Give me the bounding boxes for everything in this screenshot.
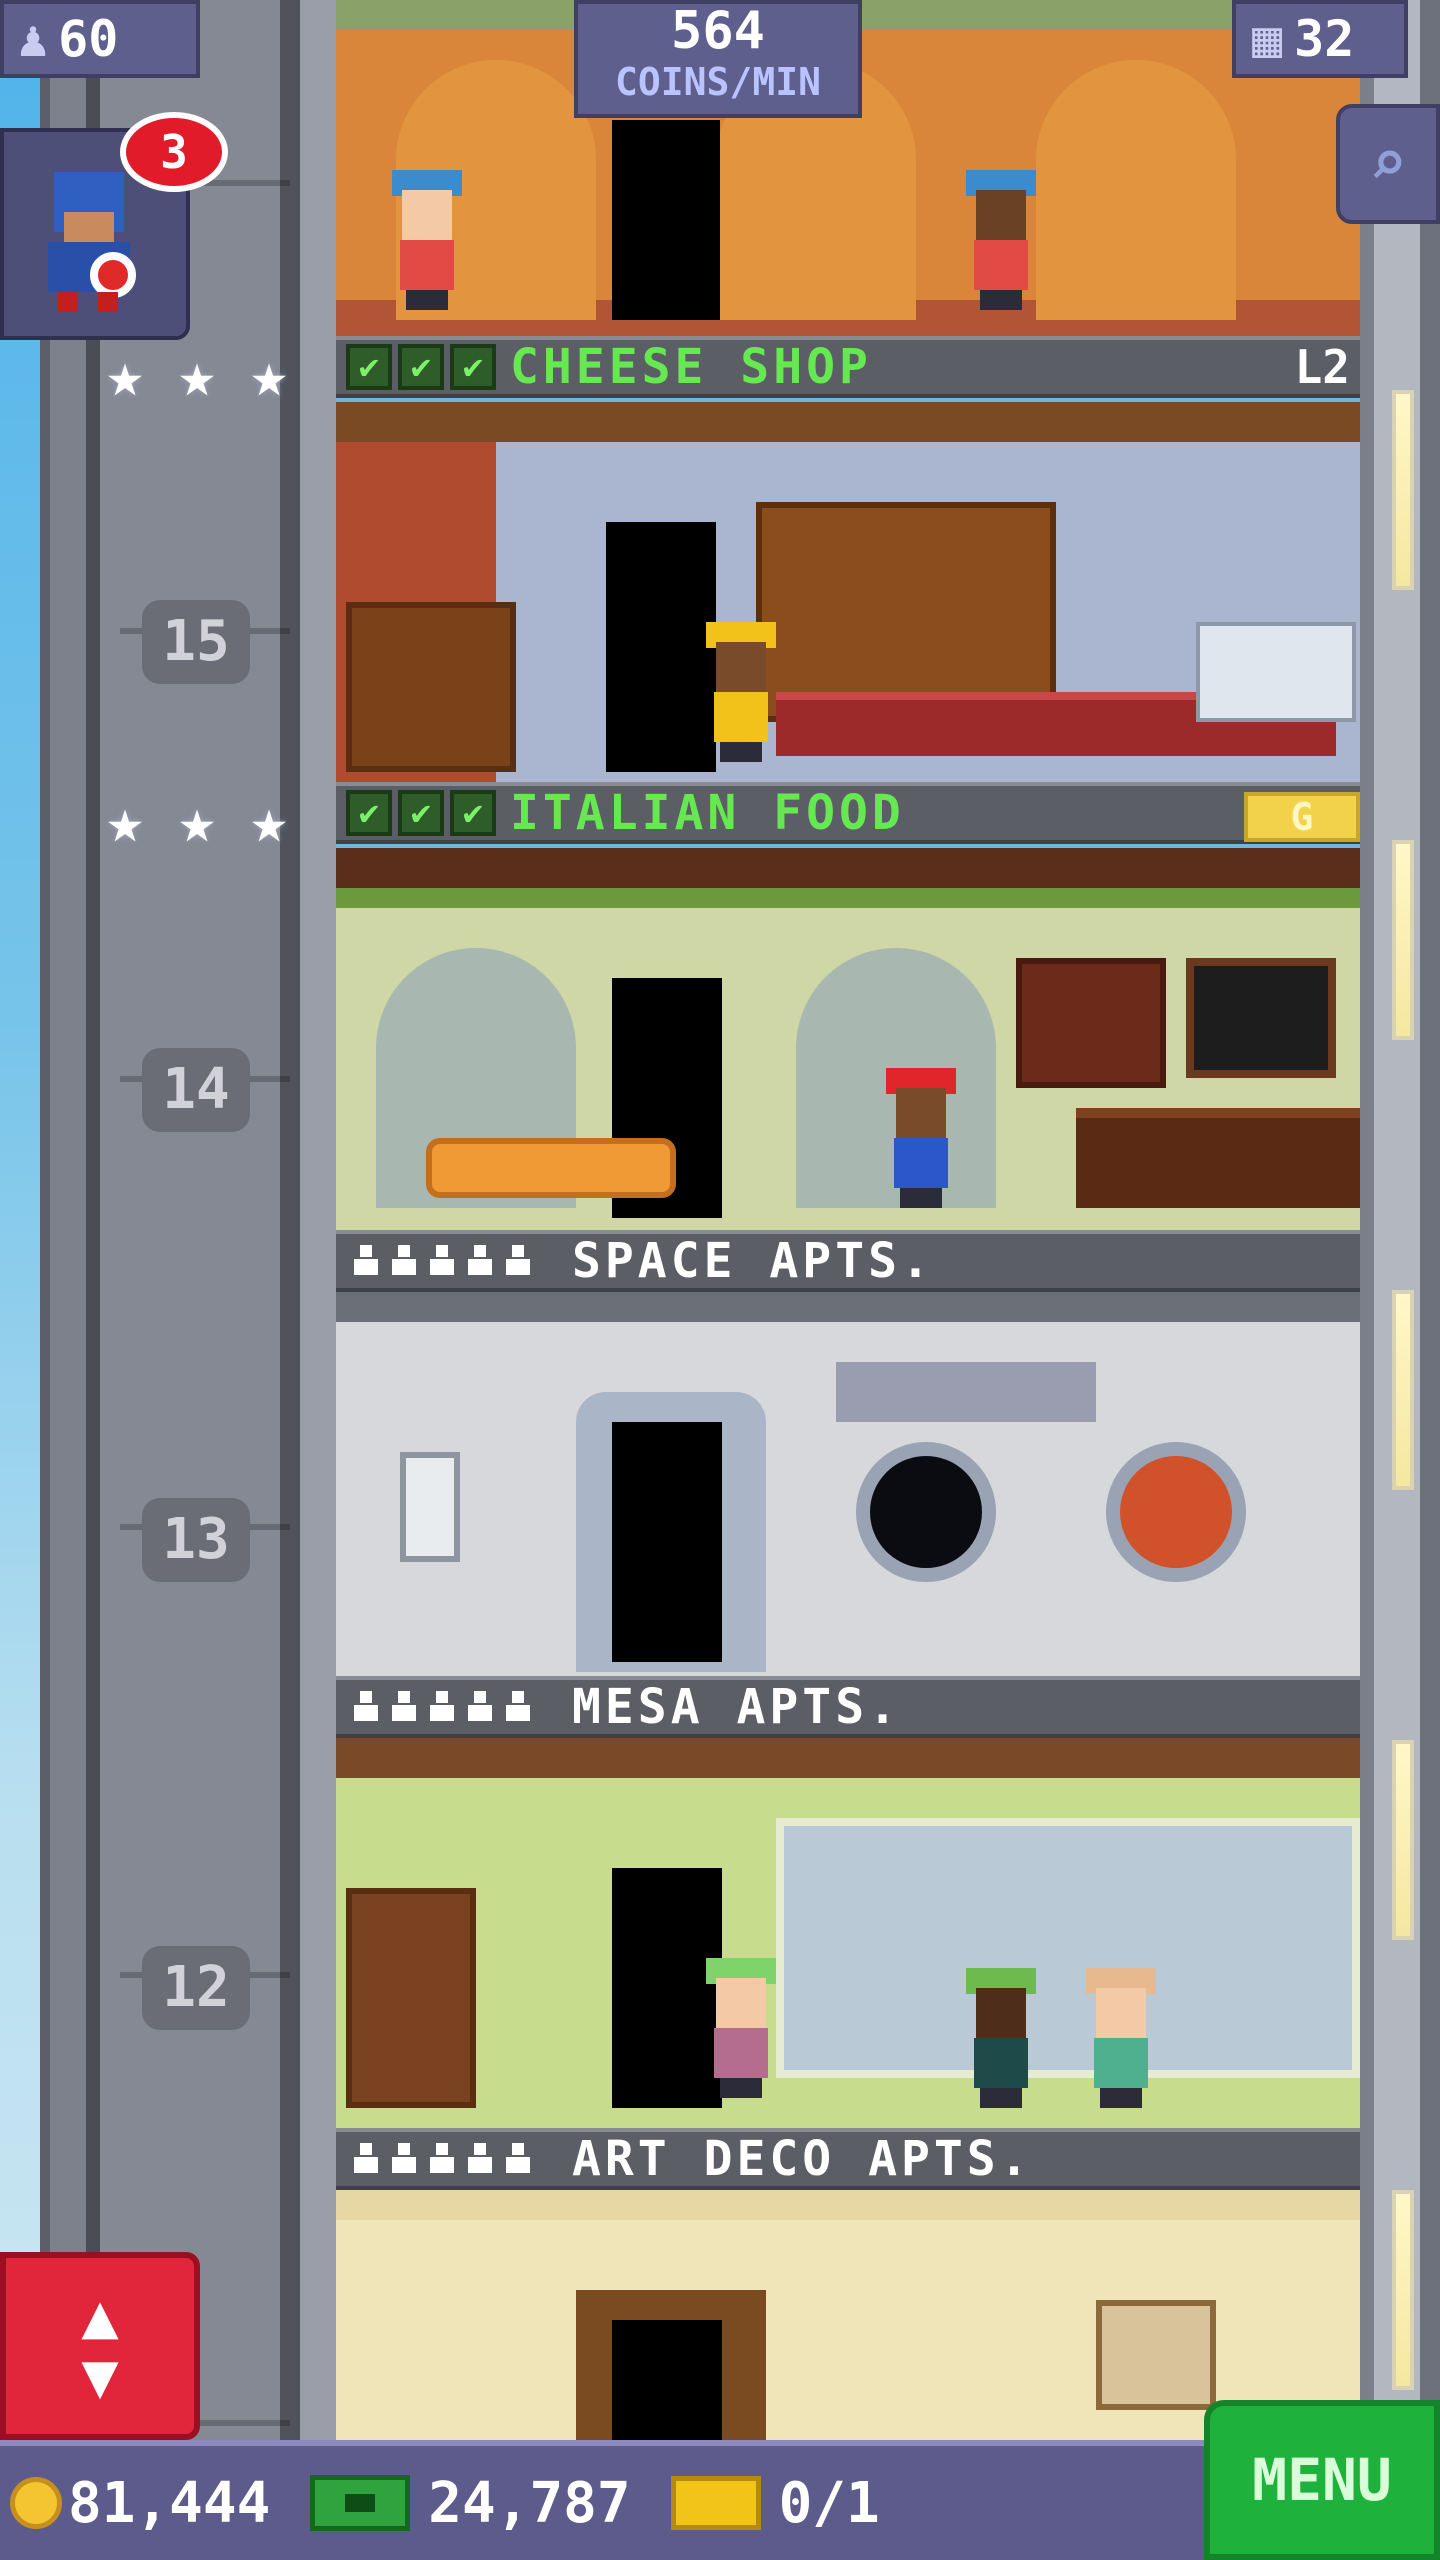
magnifier-icon: ⌕ (1368, 127, 1408, 201)
search-button[interactable]: ⌕ (1336, 104, 1440, 224)
resident-slots (352, 1245, 532, 1277)
resident-icon (390, 2143, 418, 2175)
stock-checks: ✔ ✔ ✔ (346, 790, 496, 836)
star-icon: ★ (106, 784, 144, 857)
rating-stars: ★ ★ ★ (94, 344, 300, 406)
floor-header-cheese-shop[interactable]: ✔ ✔ ✔ CHEESE SHOP L2 (336, 336, 1360, 398)
floor-15-cheese-shop[interactable] (336, 402, 1360, 782)
resident[interactable] (706, 1948, 776, 2098)
floor-13-space-apts[interactable] (336, 1292, 1360, 1676)
bux-icon (310, 2475, 411, 2531)
floor-count-value: 32 (1294, 10, 1355, 68)
bux-display[interactable]: 24,787 (270, 2470, 631, 2536)
check-icon: ✔ (450, 790, 496, 836)
down-arrow-icon: ▼ (81, 2339, 119, 2412)
resident-icon (504, 1691, 532, 1723)
chef[interactable] (886, 1058, 956, 1208)
floor-counter[interactable]: ▦ 32 (1232, 0, 1408, 78)
resident-icon (504, 2143, 532, 2175)
check-icon: ✔ (346, 790, 392, 836)
up-arrow-icon: ▲ (81, 2279, 119, 2352)
apartment-door (612, 2320, 722, 2440)
apartment-name: MESA APTS. (572, 1679, 901, 1735)
resident-icon (428, 1245, 456, 1277)
right-stairwell (1360, 0, 1440, 2440)
wall-light (1392, 1290, 1414, 1490)
resident-icon (352, 2143, 380, 2175)
wall-light (1392, 840, 1414, 1040)
population-counter[interactable]: ♟ 60 (0, 0, 200, 78)
check-icon: ✔ (398, 344, 444, 390)
floor-number: 13 (142, 1498, 250, 1582)
floor-header-italian-food[interactable]: ✔ ✔ ✔ ITALIAN FOOD G (336, 782, 1360, 844)
business-name: CHEESE SHOP (510, 339, 872, 395)
resident-slots (352, 1691, 532, 1723)
wall-light (1392, 390, 1414, 590)
star-icon: ★ (250, 338, 288, 411)
floor-12-mesa-apts[interactable] (336, 1738, 1360, 2128)
wall-light (1392, 2190, 1414, 2390)
tickets-display[interactable]: 0/1 (631, 2471, 880, 2536)
coins-per-minute: 564 COINS/MIN (574, 0, 862, 118)
building-icon: ▦ (1252, 10, 1283, 68)
coins-per-min-value: 564 (671, 1, 765, 61)
bux-value: 24,787 (428, 2470, 631, 2536)
star-icon: ★ (106, 338, 144, 411)
customer[interactable] (966, 160, 1036, 310)
elevator-button[interactable]: ▲ ▼ (0, 2252, 200, 2440)
resident[interactable] (1086, 1958, 1156, 2108)
apartment-name: SPACE APTS. (572, 1233, 934, 1289)
coins-per-min-label: COINS/MIN (615, 60, 821, 104)
check-icon: ✔ (398, 790, 444, 836)
resident-icon (466, 1245, 494, 1277)
vip-count-badge: 3 (120, 112, 228, 192)
floor-number: 15 (142, 600, 250, 684)
floor-number: 12 (142, 1946, 250, 2030)
check-icon: ✔ (346, 344, 392, 390)
customer[interactable] (392, 160, 462, 310)
business-level: L2 (1294, 340, 1350, 394)
person-icon: ♟ (18, 10, 49, 68)
coins-display[interactable]: 81,444 (10, 2471, 270, 2536)
apartment-name: ART DECO APTS. (572, 2131, 1033, 2187)
wall-light (1392, 1740, 1414, 1940)
coins-value: 81,444 (68, 2470, 271, 2536)
floor-14-italian-food[interactable] (336, 848, 1360, 1230)
floor-header-space-apts[interactable]: SPACE APTS. (336, 1230, 1360, 1292)
floor-11-art-deco-apts[interactable] (336, 2190, 1360, 2440)
stock-checks: ✔ ✔ ✔ (346, 344, 496, 390)
ticket-icon (670, 2476, 761, 2530)
business-name: ITALIAN FOOD (510, 785, 905, 841)
resident[interactable] (966, 1958, 1036, 2108)
resident-icon (466, 1691, 494, 1723)
gold-level-badge: G (1244, 792, 1360, 842)
rating-stars: ★ ★ ★ (94, 790, 300, 852)
resident-slots (352, 2143, 532, 2175)
resident-icon (352, 1691, 380, 1723)
menu-button[interactable]: MENU (1204, 2400, 1440, 2560)
resident-icon (352, 1245, 380, 1277)
star-icon: ★ (178, 784, 216, 857)
floor-header-mesa-apts[interactable]: MESA APTS. (336, 1676, 1360, 1738)
resident-icon (390, 1691, 418, 1723)
shop-door (606, 522, 716, 772)
resident-icon (428, 2143, 456, 2175)
vip-character-icon (34, 172, 144, 312)
coin-icon (10, 2477, 62, 2529)
floor-header-art-deco-apts[interactable]: ART DECO APTS. (336, 2128, 1360, 2190)
floor-number: 14 (142, 1048, 250, 1132)
star-icon: ★ (178, 338, 216, 411)
resident-icon (466, 2143, 494, 2175)
star-icon: ★ (250, 784, 288, 857)
resident-icon (390, 1245, 418, 1277)
shop-worker[interactable] (706, 612, 776, 762)
tickets-value: 0/1 (778, 2470, 880, 2536)
resident-icon (428, 1691, 456, 1723)
resident-icon (504, 1245, 532, 1277)
check-icon: ✔ (450, 344, 496, 390)
restaurant-door (612, 120, 720, 320)
apartment-door (612, 1422, 722, 1662)
population-value: 60 (58, 10, 119, 68)
